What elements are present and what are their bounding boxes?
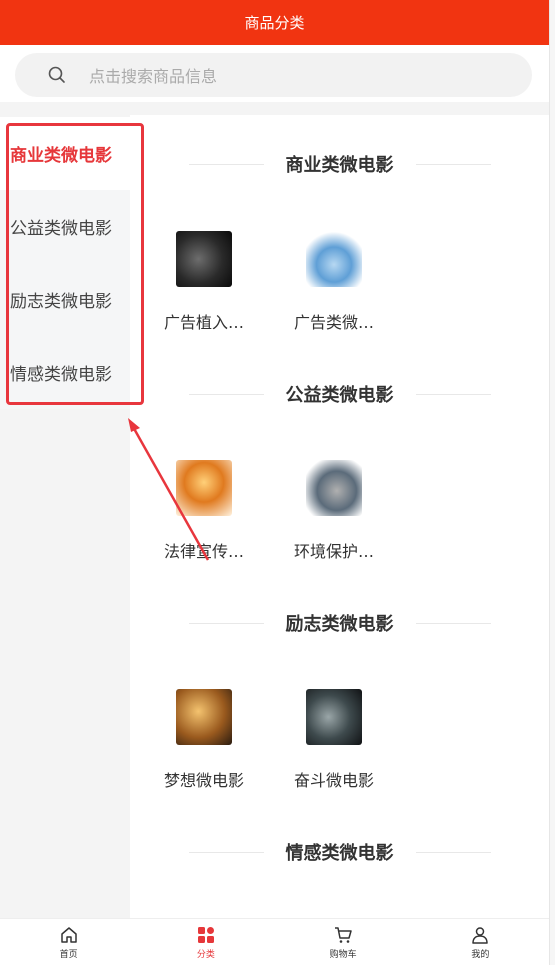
film-camera-icon	[176, 231, 232, 287]
section-title: 公益类微电影	[130, 381, 549, 407]
product-list-panel: 商业类微电影 广告植入… 广告类微… 公益类微电影 法律宣传… 环境保护… 励志…	[130, 115, 549, 918]
cart-icon	[335, 926, 352, 943]
product-card[interactable]: 梦想微电影	[144, 689, 264, 791]
divider	[415, 163, 491, 165]
app-header: 商品分类	[0, 0, 549, 45]
product-name: 环境保护…	[293, 542, 374, 561]
home-icon	[60, 926, 77, 943]
film-clapper-icon	[306, 460, 362, 516]
divider	[188, 163, 264, 165]
page-title: 商品分类	[244, 14, 305, 32]
search-placeholder: 点击搜索商品信息	[89, 67, 218, 86]
section-title: 商业类微电影	[130, 151, 549, 177]
section-title-text: 情感类微电影	[285, 843, 394, 864]
tab-bar: 首页 分类 购物车 我的	[0, 918, 549, 965]
annotation-highlight-box	[6, 123, 144, 405]
tab-profile[interactable]: 我的	[435, 925, 525, 960]
divider	[188, 622, 264, 624]
3d-film-icon	[176, 460, 232, 516]
user-icon	[472, 926, 489, 944]
tab-label: 我的	[471, 949, 490, 960]
record-player-icon	[306, 689, 362, 745]
section-title: 情感类微电影	[130, 839, 549, 865]
product-card[interactable]: 法律宣传…	[144, 460, 264, 562]
film-reel-icon	[306, 231, 362, 287]
section-title: 励志类微电影	[130, 610, 549, 636]
tab-category[interactable]: 分类	[161, 925, 251, 960]
product-name: 梦想微电影	[163, 771, 244, 790]
tab-label: 购物车	[329, 949, 357, 960]
divider	[415, 851, 491, 853]
product-name: 广告类微…	[293, 313, 374, 332]
section-title-text: 商业类微电影	[285, 155, 394, 176]
product-card[interactable]: 环境保护…	[274, 460, 394, 562]
product-card[interactable]: 广告类微…	[274, 231, 394, 333]
product-name: 广告植入…	[163, 313, 244, 332]
product-card[interactable]: 奋斗微电影	[274, 689, 394, 791]
divider	[415, 393, 491, 395]
section-title-text: 公益类微电影	[285, 385, 394, 406]
search-input[interactable]: 点击搜索商品信息	[15, 53, 532, 97]
tab-cart[interactable]: 购物车	[298, 925, 388, 960]
section-title-text: 励志类微电影	[285, 614, 394, 635]
product-name: 法律宣传…	[163, 542, 244, 561]
scrollbar-edge	[549, 0, 555, 965]
search-bar-container: 点击搜索商品信息	[0, 45, 549, 102]
category-icon	[197, 926, 214, 943]
product-card[interactable]: 广告植入…	[144, 231, 264, 333]
tab-label: 分类	[196, 949, 215, 960]
divider	[188, 393, 264, 395]
tab-label: 首页	[59, 949, 78, 960]
tab-home[interactable]: 首页	[24, 925, 114, 960]
product-name: 奋斗微电影	[293, 771, 374, 790]
divider	[415, 622, 491, 624]
search-icon	[47, 65, 67, 85]
divider	[188, 851, 264, 853]
film-strip-icon	[176, 689, 232, 745]
